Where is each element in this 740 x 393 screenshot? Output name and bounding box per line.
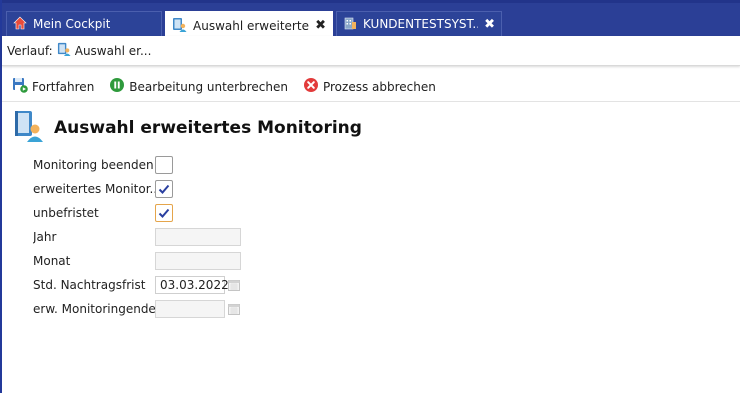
continue-label: Fortfahren [32, 79, 95, 94]
form-row-monat: Monat [33, 249, 293, 273]
field-label: erw. Monitoringende [33, 302, 155, 316]
field-label: Monitoring beenden [33, 158, 154, 172]
cancel-process-button[interactable]: Prozess abbrechen [303, 77, 436, 96]
calendar-icon[interactable] [228, 279, 240, 291]
close-tab-icon[interactable]: ✖ [478, 17, 495, 32]
cancel-icon [303, 77, 319, 96]
field-label: Jahr [33, 230, 57, 244]
monitoring-doc-icon [172, 17, 187, 35]
field-label: unbefristet [33, 206, 99, 220]
pause-button[interactable]: Bearbeitung unterbrechen [109, 77, 288, 96]
field-label: Std. Nachtragsfrist [33, 278, 146, 292]
breadcrumb-item[interactable]: Auswahl er... [57, 42, 152, 59]
tab-kundentestsystem[interactable]: KUNDENTESTSYST... ✖ [336, 11, 502, 36]
tab-label: Auswahl erweiterte... [193, 18, 310, 33]
form-row-std-nachtragsfrist: Std. Nachtragsfrist 03.03.2022 [33, 273, 293, 297]
breadcrumb: Verlauf: Auswahl er... [2, 36, 740, 66]
tab-mein-cockpit[interactable]: Mein Cockpit [6, 11, 162, 36]
erweitertes-monitoring-checkbox[interactable] [155, 180, 173, 198]
monitoring-doc-icon [14, 110, 44, 145]
checkmark-icon [158, 184, 170, 194]
tab-label: Mein Cockpit [33, 17, 111, 31]
jahr-input[interactable] [155, 228, 241, 246]
building-icon [343, 16, 357, 33]
breadcrumb-prefix: Verlauf: [7, 43, 53, 58]
cancel-label: Prozess abbrechen [322, 79, 436, 94]
page-title: Auswahl erweitertes Monitoring [54, 117, 362, 138]
monitoring-beenden-checkbox[interactable] [155, 156, 173, 174]
checkmark-icon [158, 208, 170, 218]
breadcrumb-item-label: Auswahl er... [74, 43, 152, 58]
action-toolbar: Fortfahren Bearbeitung unterbrechen Proz… [2, 72, 740, 102]
continue-button[interactable]: Fortfahren [12, 77, 94, 96]
save-continue-icon [12, 77, 28, 96]
form-row-erw-monitoringende: erw. Monitoringende [33, 297, 293, 321]
calendar-icon[interactable] [228, 303, 240, 315]
app-window: Mein Cockpit Auswahl erweiterte... ✖ KUN… [0, 0, 740, 393]
field-label: erweitertes Monitor... [33, 182, 155, 196]
tab-bar: Mein Cockpit Auswahl erweiterte... ✖ KUN… [2, 0, 740, 39]
form-row-jahr: Jahr [33, 225, 293, 249]
tab-auswahl-erweitertes-monitoring[interactable]: Auswahl erweiterte... ✖ [165, 11, 333, 39]
std-nachtragsfrist-date-input[interactable]: 03.03.2022 [155, 276, 229, 294]
pause-label: Bearbeitung unterbrechen [129, 79, 288, 94]
unbefristet-checkbox[interactable] [155, 204, 173, 222]
field-label: Monat [33, 254, 71, 268]
form-row-unbefristet: unbefristet [33, 201, 293, 225]
pause-icon [109, 77, 125, 96]
form-row-erweitertes-monitoring: erweitertes Monitor... [33, 177, 293, 201]
monat-input[interactable] [155, 252, 241, 270]
erw-monitoringende-date-input[interactable] [155, 300, 225, 318]
home-icon [13, 16, 27, 33]
page-heading: Auswahl erweitertes Monitoring [14, 110, 362, 145]
monitoring-doc-icon [57, 42, 71, 59]
form-row-monitoring-beenden: Monitoring beenden [33, 153, 293, 177]
close-tab-icon[interactable]: ✖ [309, 18, 326, 33]
tab-label: KUNDENTESTSYST... [363, 17, 479, 31]
